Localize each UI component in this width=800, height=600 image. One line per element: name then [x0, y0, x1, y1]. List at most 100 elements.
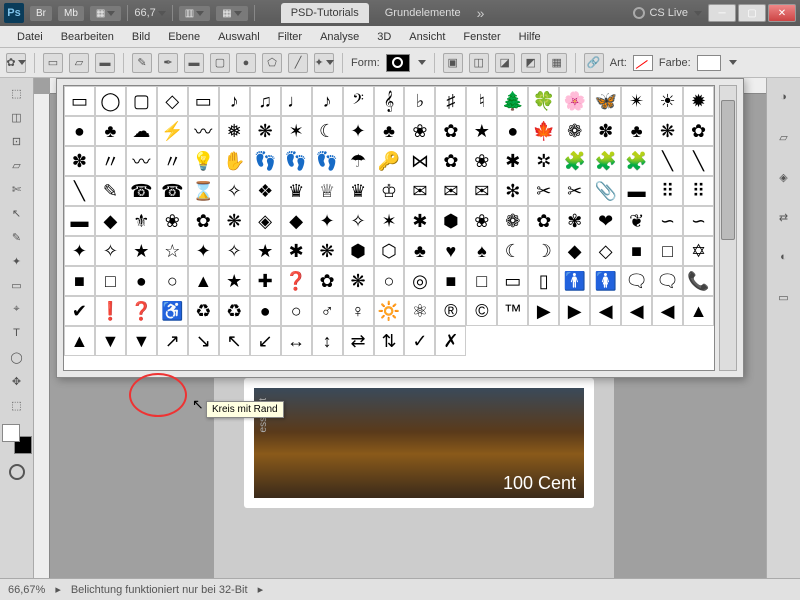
- tool-10[interactable]: T: [4, 322, 30, 344]
- shape-cell[interactable]: ❤: [590, 206, 621, 236]
- shape-cell[interactable]: ◆: [559, 236, 590, 266]
- shape-cell[interactable]: ✦: [343, 116, 374, 146]
- shape-cell[interactable]: ✉: [404, 176, 435, 206]
- rect-icon[interactable]: ▬: [184, 53, 204, 73]
- shape-cell[interactable]: 🌲: [497, 86, 528, 116]
- shape-cell[interactable]: ♿: [157, 296, 188, 326]
- shape-cell[interactable]: ❋: [343, 266, 374, 296]
- shape-cell[interactable]: ○: [281, 296, 312, 326]
- shape-cell[interactable]: ∽: [652, 206, 683, 236]
- shape-cell[interactable]: □: [652, 236, 683, 266]
- shape-cell[interactable]: ╲: [683, 146, 714, 176]
- panel-icon-1[interactable]: ▱: [771, 126, 797, 148]
- roundrect-icon[interactable]: ▢: [210, 53, 230, 73]
- shape-cell[interactable]: ✚: [250, 266, 281, 296]
- color-swatches[interactable]: [2, 424, 32, 454]
- shape-cell[interactable]: 𝄞: [374, 86, 405, 116]
- tool-12[interactable]: ✥: [4, 370, 30, 392]
- shape-cell[interactable]: ❀: [466, 206, 497, 236]
- intersect-icon[interactable]: ◩: [521, 53, 541, 73]
- shape-cell[interactable]: ✉: [466, 176, 497, 206]
- shape-cell[interactable]: ↔: [281, 326, 312, 356]
- shape-cell[interactable]: 〃: [157, 146, 188, 176]
- shape-cell[interactable]: ©: [466, 296, 497, 326]
- view-button[interactable]: ▥: [179, 6, 210, 21]
- shape-cell[interactable]: ○: [157, 266, 188, 296]
- shape-cell[interactable]: 🍀: [528, 86, 559, 116]
- shape-cell[interactable]: ⬡: [374, 236, 405, 266]
- shape-cell[interactable]: ▼: [95, 326, 126, 356]
- shape-cell[interactable]: 🔆: [374, 296, 405, 326]
- shape-cell[interactable]: 👣: [250, 146, 281, 176]
- shape-cell[interactable]: ╲: [652, 146, 683, 176]
- add-icon[interactable]: ◫: [469, 53, 489, 73]
- shape-cell[interactable]: ▲: [64, 326, 95, 356]
- shape-cell[interactable]: ❋: [219, 206, 250, 236]
- tool-4[interactable]: ✄: [4, 178, 30, 200]
- shape-cell[interactable]: ✹: [683, 86, 714, 116]
- art-swatch[interactable]: [633, 55, 653, 71]
- shape-cell[interactable]: ★: [126, 236, 157, 266]
- shape-cell[interactable]: ✧: [219, 176, 250, 206]
- cs-live-button[interactable]: CS Live: [633, 7, 702, 19]
- shape-cell[interactable]: ∽: [683, 206, 714, 236]
- shape-cell[interactable]: ♣: [95, 116, 126, 146]
- shape-cell[interactable]: ⠿: [683, 176, 714, 206]
- shape-cell[interactable]: ●: [126, 266, 157, 296]
- shape-cell[interactable]: ✱: [404, 206, 435, 236]
- menu-ebene[interactable]: Ebene: [159, 28, 209, 46]
- menu-auswahl[interactable]: Auswahl: [209, 28, 269, 46]
- tool-2[interactable]: ⊡: [4, 130, 30, 152]
- shape-cell[interactable]: ✿: [435, 116, 466, 146]
- shape-cell[interactable]: ❀: [157, 206, 188, 236]
- shape-cell[interactable]: ✦: [312, 206, 343, 236]
- shape-cell[interactable]: ❗: [95, 296, 126, 326]
- shape-cell[interactable]: ✿: [312, 266, 343, 296]
- shape-cell[interactable]: ❀: [404, 116, 435, 146]
- shape-cell[interactable]: ✿: [528, 206, 559, 236]
- shape-cell[interactable]: ❋: [652, 116, 683, 146]
- shape-cell[interactable]: ↙: [250, 326, 281, 356]
- shape-cell[interactable]: ★: [219, 266, 250, 296]
- maximize-button[interactable]: ▢: [738, 4, 766, 22]
- shape-cell[interactable]: ♪: [312, 86, 343, 116]
- shape-cell[interactable]: ▯: [528, 266, 559, 296]
- minibridge-button[interactable]: Mb: [58, 6, 84, 21]
- shape-cell[interactable]: 🗨: [652, 266, 683, 296]
- shape-cell[interactable]: ♂: [312, 296, 343, 326]
- shape-cell[interactable]: 🧩: [559, 146, 590, 176]
- shape-cell[interactable]: ♩: [281, 86, 312, 116]
- shape-cell[interactable]: 👣: [312, 146, 343, 176]
- shape-cell[interactable]: ✱: [497, 146, 528, 176]
- shape-cell[interactable]: ☽: [528, 236, 559, 266]
- shape-cell[interactable]: ✶: [374, 206, 405, 236]
- shape-cell[interactable]: ⚡: [157, 116, 188, 146]
- shape-cell[interactable]: ★: [466, 116, 497, 146]
- shape-cell[interactable]: ╲: [64, 176, 95, 206]
- shape-cell[interactable]: ⬢: [343, 236, 374, 266]
- more-tabs-icon[interactable]: »: [477, 5, 485, 21]
- tool-1[interactable]: ◫: [4, 106, 30, 128]
- menu-3d[interactable]: 3D: [368, 28, 400, 46]
- shape-cell[interactable]: ✂: [559, 176, 590, 206]
- shape-cell[interactable]: ♛: [281, 176, 312, 206]
- shape-cell[interactable]: ✻: [497, 176, 528, 206]
- shape-cell[interactable]: ■: [435, 266, 466, 296]
- shape-cell[interactable]: ♣: [621, 116, 652, 146]
- mode-shape-icon[interactable]: ▭: [43, 53, 63, 73]
- shape-cell[interactable]: ✔: [64, 296, 95, 326]
- shape-cell[interactable]: 🔑: [374, 146, 405, 176]
- tool-5[interactable]: ↖: [4, 202, 30, 224]
- exclude-icon[interactable]: ▦: [547, 53, 567, 73]
- shape-cell[interactable]: 〃: [95, 146, 126, 176]
- bridge-button[interactable]: Br: [30, 6, 52, 21]
- shape-cell[interactable]: ✗: [435, 326, 466, 356]
- shape-cell[interactable]: ✧: [95, 236, 126, 266]
- shape-cell[interactable]: ☂: [343, 146, 374, 176]
- shape-cell[interactable]: □: [466, 266, 497, 296]
- shape-cell[interactable]: 🗨: [621, 266, 652, 296]
- freeform-icon[interactable]: ✒: [158, 53, 178, 73]
- shape-cell[interactable]: ☎: [157, 176, 188, 206]
- shape-cell[interactable]: ♔: [374, 176, 405, 206]
- shape-cell[interactable]: ⌛: [188, 176, 219, 206]
